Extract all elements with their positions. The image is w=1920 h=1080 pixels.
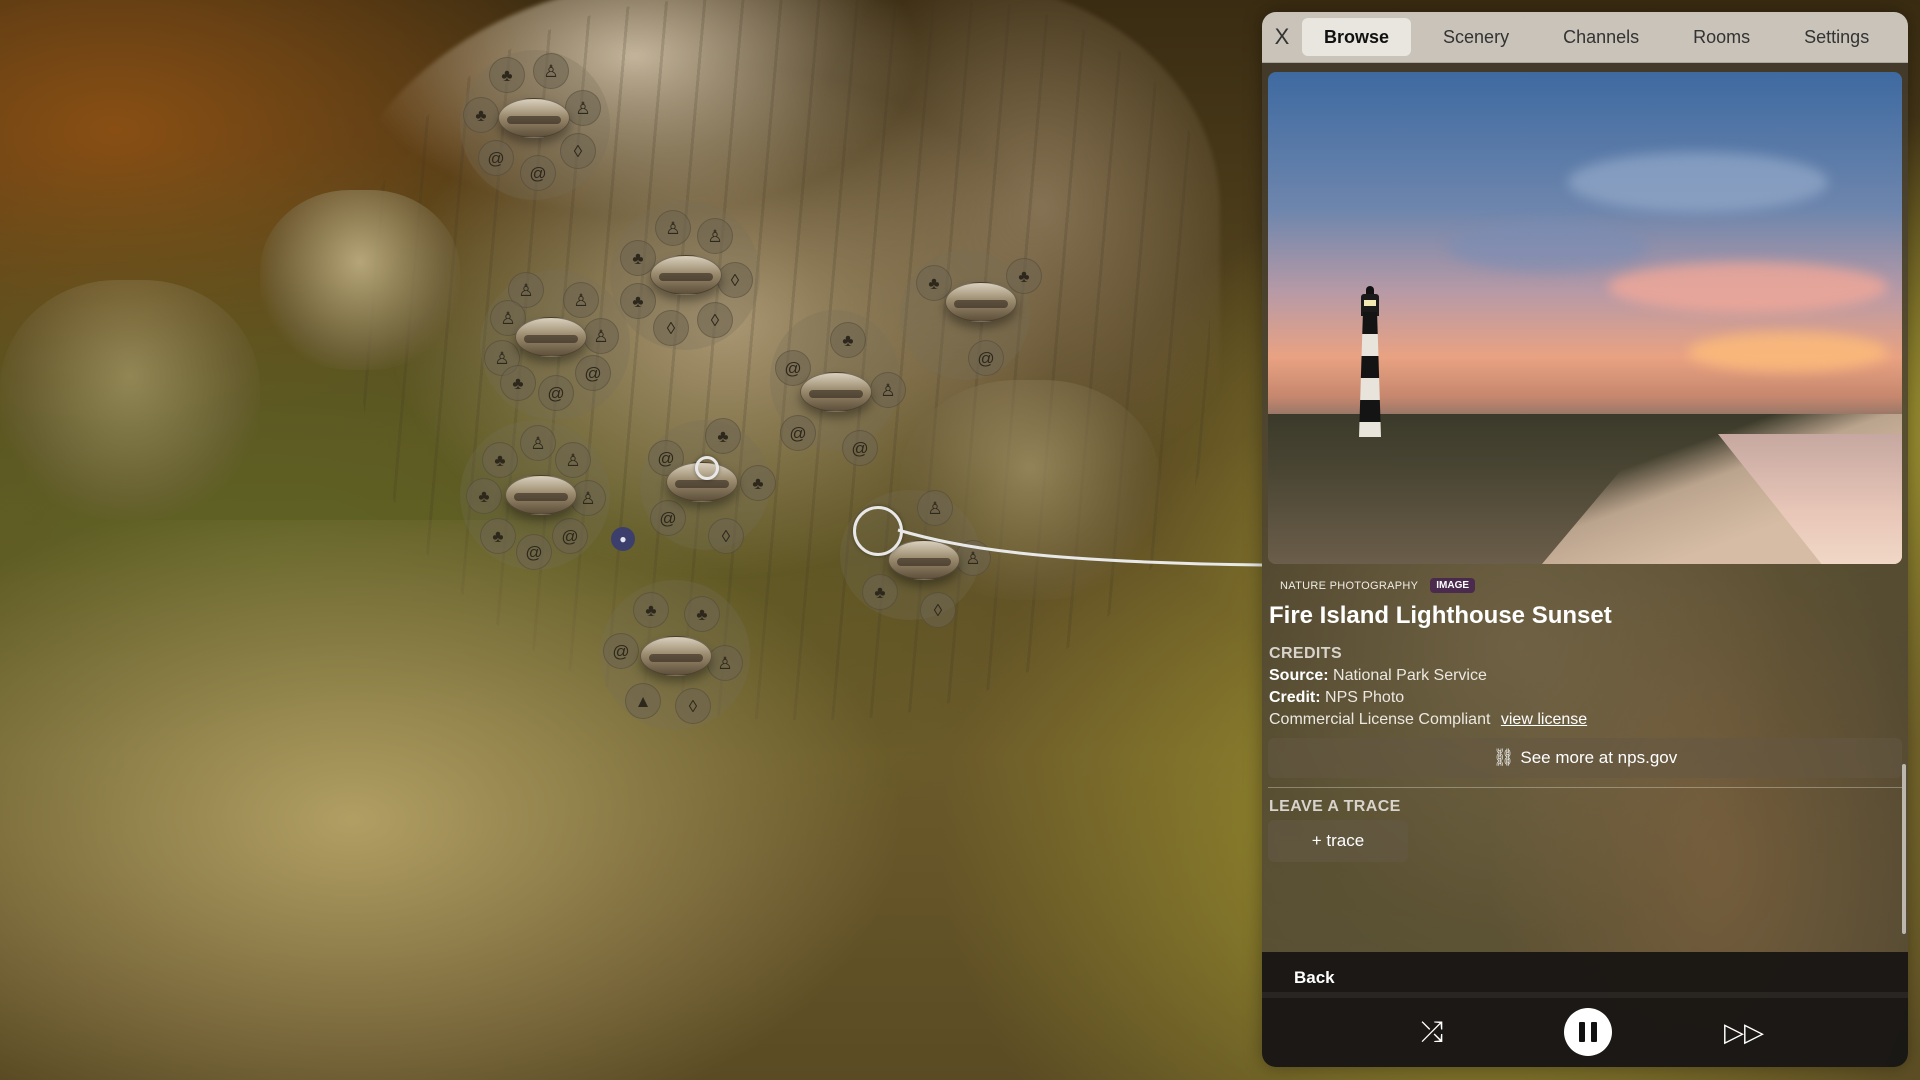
tab-channels[interactable]: Channels [1541,18,1661,56]
license-text: Commercial License Compliant [1269,711,1491,728]
credit-label: Credit: [1269,689,1321,706]
lighthouse [1359,312,1381,437]
category-label: NATURE PHOTOGRAPHY [1280,579,1419,592]
tab-rooms[interactable]: Rooms [1671,18,1772,56]
credits-heading: CREDITS [1269,645,1343,662]
next-icon[interactable]: ▷▷ [1724,1012,1764,1052]
tab-bar: X Browse Scenery Channels Rooms Settings [1262,12,1908,63]
tab-scenery[interactable]: Scenery [1421,18,1531,56]
source-label: Source: [1269,667,1329,684]
see-more-label: See more at nps.gov [1520,748,1678,767]
license-line: Commercial License Compliant view licens… [1269,711,1587,729]
shuffle-icon[interactable]: ⤮ [1412,1012,1452,1052]
divider [1268,787,1902,788]
trace-heading: LEAVE A TRACE [1269,798,1401,815]
credit-line: Credit: NPS Photo [1269,689,1404,707]
player-bar: Back ⤮ ▷▷ [1262,952,1908,1067]
tab-browse[interactable]: Browse [1302,18,1412,56]
source-line: Source: National Park Service [1269,667,1487,685]
type-badge: IMAGE [1430,578,1476,593]
item-title: Fire Island Lighthouse Sunset [1269,602,1612,629]
close-icon[interactable]: X [1262,24,1302,50]
credit-value: NPS Photo [1325,689,1405,706]
see-more-button[interactable]: ⛓ See more at nps.gov [1268,738,1902,778]
back-button[interactable]: Back [1294,968,1335,988]
pause-icon[interactable] [1564,1008,1612,1056]
progress-track[interactable] [1262,992,1908,998]
tab-settings[interactable]: Settings [1782,18,1891,56]
view-license-link[interactable]: view license [1501,711,1587,728]
cloud [1568,152,1828,212]
connector-line [897,528,1263,567]
cloud [1608,262,1888,312]
item-meta: NATURE PHOTOGRAPHY IMAGE [1280,578,1476,593]
cloud [1688,332,1888,372]
detail-panel: X Browse Scenery Channels Rooms Settings… [1262,12,1908,1067]
cloud [1448,222,1648,272]
scrollbar[interactable] [1902,764,1906,934]
source-value: National Park Service [1333,667,1487,684]
add-trace-button[interactable]: + trace [1268,820,1408,862]
hero-image [1268,72,1902,564]
link-icon: ⛓ [1492,748,1515,767]
